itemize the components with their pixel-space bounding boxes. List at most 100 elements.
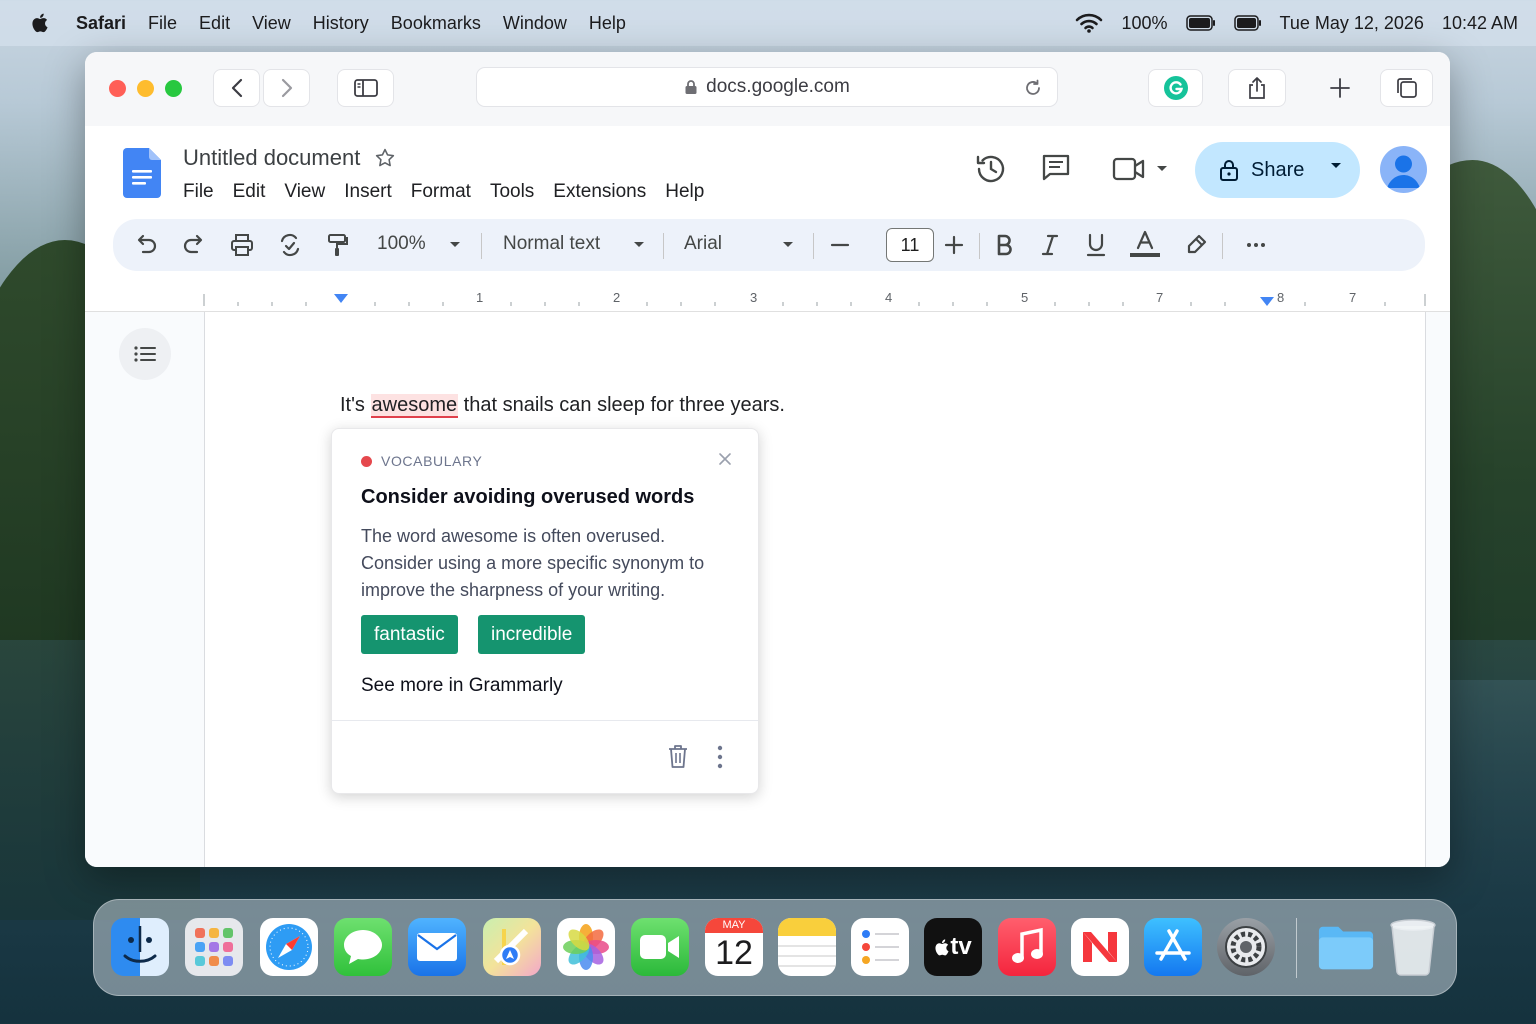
spellcheck-icon[interactable]: [277, 232, 303, 258]
mail-icon[interactable]: [408, 918, 466, 976]
italic-icon[interactable]: [1037, 232, 1063, 258]
docs-menu-view[interactable]: View: [284, 181, 325, 203]
menu-window[interactable]: Window: [503, 13, 567, 34]
list-icon: [134, 346, 156, 362]
docs-logo-icon[interactable]: [123, 148, 161, 198]
zoom-window-button[interactable]: [165, 80, 182, 97]
app-store-icon[interactable]: [1144, 918, 1202, 976]
more-vertical-icon[interactable]: [716, 745, 724, 769]
control-center-icon[interactable]: [1233, 15, 1262, 31]
comments-icon[interactable]: [1040, 152, 1072, 184]
style-select[interactable]: Normal text: [503, 233, 600, 255]
finder-face-icon: [123, 926, 157, 963]
forward-button[interactable]: [263, 69, 310, 107]
reload-icon[interactable]: [1023, 78, 1043, 98]
menu-help[interactable]: Help: [589, 13, 626, 34]
see-more-link[interactable]: See more in Grammarly: [361, 675, 563, 697]
reminders-icon[interactable]: [851, 918, 909, 976]
text-color-icon[interactable]: [1128, 229, 1162, 259]
close-icon[interactable]: [718, 452, 732, 466]
facetime-icon[interactable]: [631, 918, 689, 976]
minus-icon[interactable]: [827, 232, 853, 258]
compass-icon: [266, 924, 312, 970]
grammarly-extension-button[interactable]: [1148, 69, 1203, 107]
document-outline-button[interactable]: [119, 328, 171, 380]
font-size-input[interactable]: 11: [886, 228, 934, 262]
paint-format-icon[interactable]: [325, 232, 351, 258]
new-tab-button[interactable]: [1311, 69, 1369, 107]
print-icon[interactable]: [229, 232, 255, 258]
share-page-button[interactable]: [1228, 69, 1286, 107]
caret-down-icon[interactable]: [782, 241, 794, 249]
docs-menu-file[interactable]: File: [183, 181, 214, 203]
apple-icon[interactable]: [30, 12, 50, 34]
checklist-icon: [862, 930, 899, 964]
wifi-icon[interactable]: [1075, 13, 1103, 33]
document-paragraph[interactable]: It's awesome that snails can sleep for t…: [340, 394, 785, 418]
launchpad-icon[interactable]: [185, 918, 243, 976]
redo-icon[interactable]: [181, 232, 207, 258]
font-select[interactable]: Arial: [684, 233, 722, 255]
calendar-icon[interactable]: MAY 12: [705, 918, 763, 976]
address-bar[interactable]: docs.google.com: [476, 67, 1058, 107]
messages-icon[interactable]: [334, 918, 392, 976]
star-icon[interactable]: [374, 147, 396, 169]
zoom-value[interactable]: 100%: [377, 233, 426, 255]
account-avatar[interactable]: [1380, 146, 1427, 193]
tabs-icon: [1396, 78, 1417, 98]
news-icon[interactable]: [1071, 918, 1129, 976]
close-window-button[interactable]: [109, 80, 126, 97]
menu-bookmarks[interactable]: Bookmarks: [391, 13, 481, 34]
downloads-folder-icon[interactable]: [1317, 918, 1375, 976]
caret-down-icon[interactable]: [449, 241, 461, 249]
highlight-icon[interactable]: [1183, 232, 1209, 258]
caret-down-icon[interactable]: [633, 241, 645, 249]
menu-time[interactable]: 10:42 AM: [1442, 13, 1518, 34]
docs-menu-extensions[interactable]: Extensions: [553, 181, 646, 203]
photos-icon[interactable]: [557, 918, 615, 976]
meet-button[interactable]: [1112, 156, 1168, 182]
menu-view[interactable]: View: [252, 13, 291, 34]
minimize-window-button[interactable]: [137, 80, 154, 97]
suggestion-heading: Consider avoiding overused words: [361, 486, 695, 508]
menu-file[interactable]: File: [148, 13, 177, 34]
undo-icon[interactable]: [133, 232, 159, 258]
doc-title[interactable]: Untitled document: [183, 145, 360, 171]
docs-menu-insert[interactable]: Insert: [344, 181, 392, 203]
docs-menu-help[interactable]: Help: [665, 181, 704, 203]
sidebar-toggle-button[interactable]: [337, 69, 394, 107]
news-n-icon: [1083, 932, 1117, 962]
ruler-ticks: [203, 294, 1426, 306]
music-icon[interactable]: [998, 918, 1056, 976]
map-pin-icon: [493, 928, 529, 966]
trash-icon[interactable]: [666, 743, 690, 769]
ruler[interactable]: 1 2 3 4 5 7 8 7: [85, 286, 1450, 312]
safari-app-icon[interactable]: [260, 918, 318, 976]
suggestion-chip-incredible[interactable]: incredible: [478, 615, 586, 654]
menu-app-name[interactable]: Safari: [76, 13, 126, 34]
trash-bin-icon[interactable]: [1384, 918, 1442, 976]
finder-icon[interactable]: [111, 918, 169, 976]
more-options-icon[interactable]: [1243, 232, 1269, 258]
bold-icon[interactable]: [991, 232, 1017, 258]
maps-icon[interactable]: [483, 918, 541, 976]
suggestion-chip-fantastic[interactable]: fantastic: [361, 615, 458, 654]
tab-overview-button[interactable]: [1380, 69, 1433, 107]
docs-menu-edit[interactable]: Edit: [233, 181, 266, 203]
back-button[interactable]: [213, 69, 260, 107]
battery-icon[interactable]: [1185, 15, 1216, 31]
flagged-word[interactable]: awesome: [370, 394, 459, 418]
envelope-icon: [417, 933, 457, 961]
plus-icon[interactable]: [941, 232, 967, 258]
menu-date[interactable]: Tue May 12, 2026: [1280, 13, 1424, 34]
notes-icon[interactable]: [778, 918, 836, 976]
menu-edit[interactable]: Edit: [199, 13, 230, 34]
share-button[interactable]: Share: [1195, 142, 1360, 198]
docs-menu-tools[interactable]: Tools: [490, 181, 534, 203]
system-settings-icon[interactable]: [1217, 918, 1275, 976]
underline-icon[interactable]: [1083, 232, 1109, 258]
apple-tv-icon[interactable]: tv: [924, 918, 982, 976]
menu-history[interactable]: History: [313, 13, 369, 34]
docs-menu-format[interactable]: Format: [411, 181, 471, 203]
version-history-icon[interactable]: [974, 152, 1008, 186]
